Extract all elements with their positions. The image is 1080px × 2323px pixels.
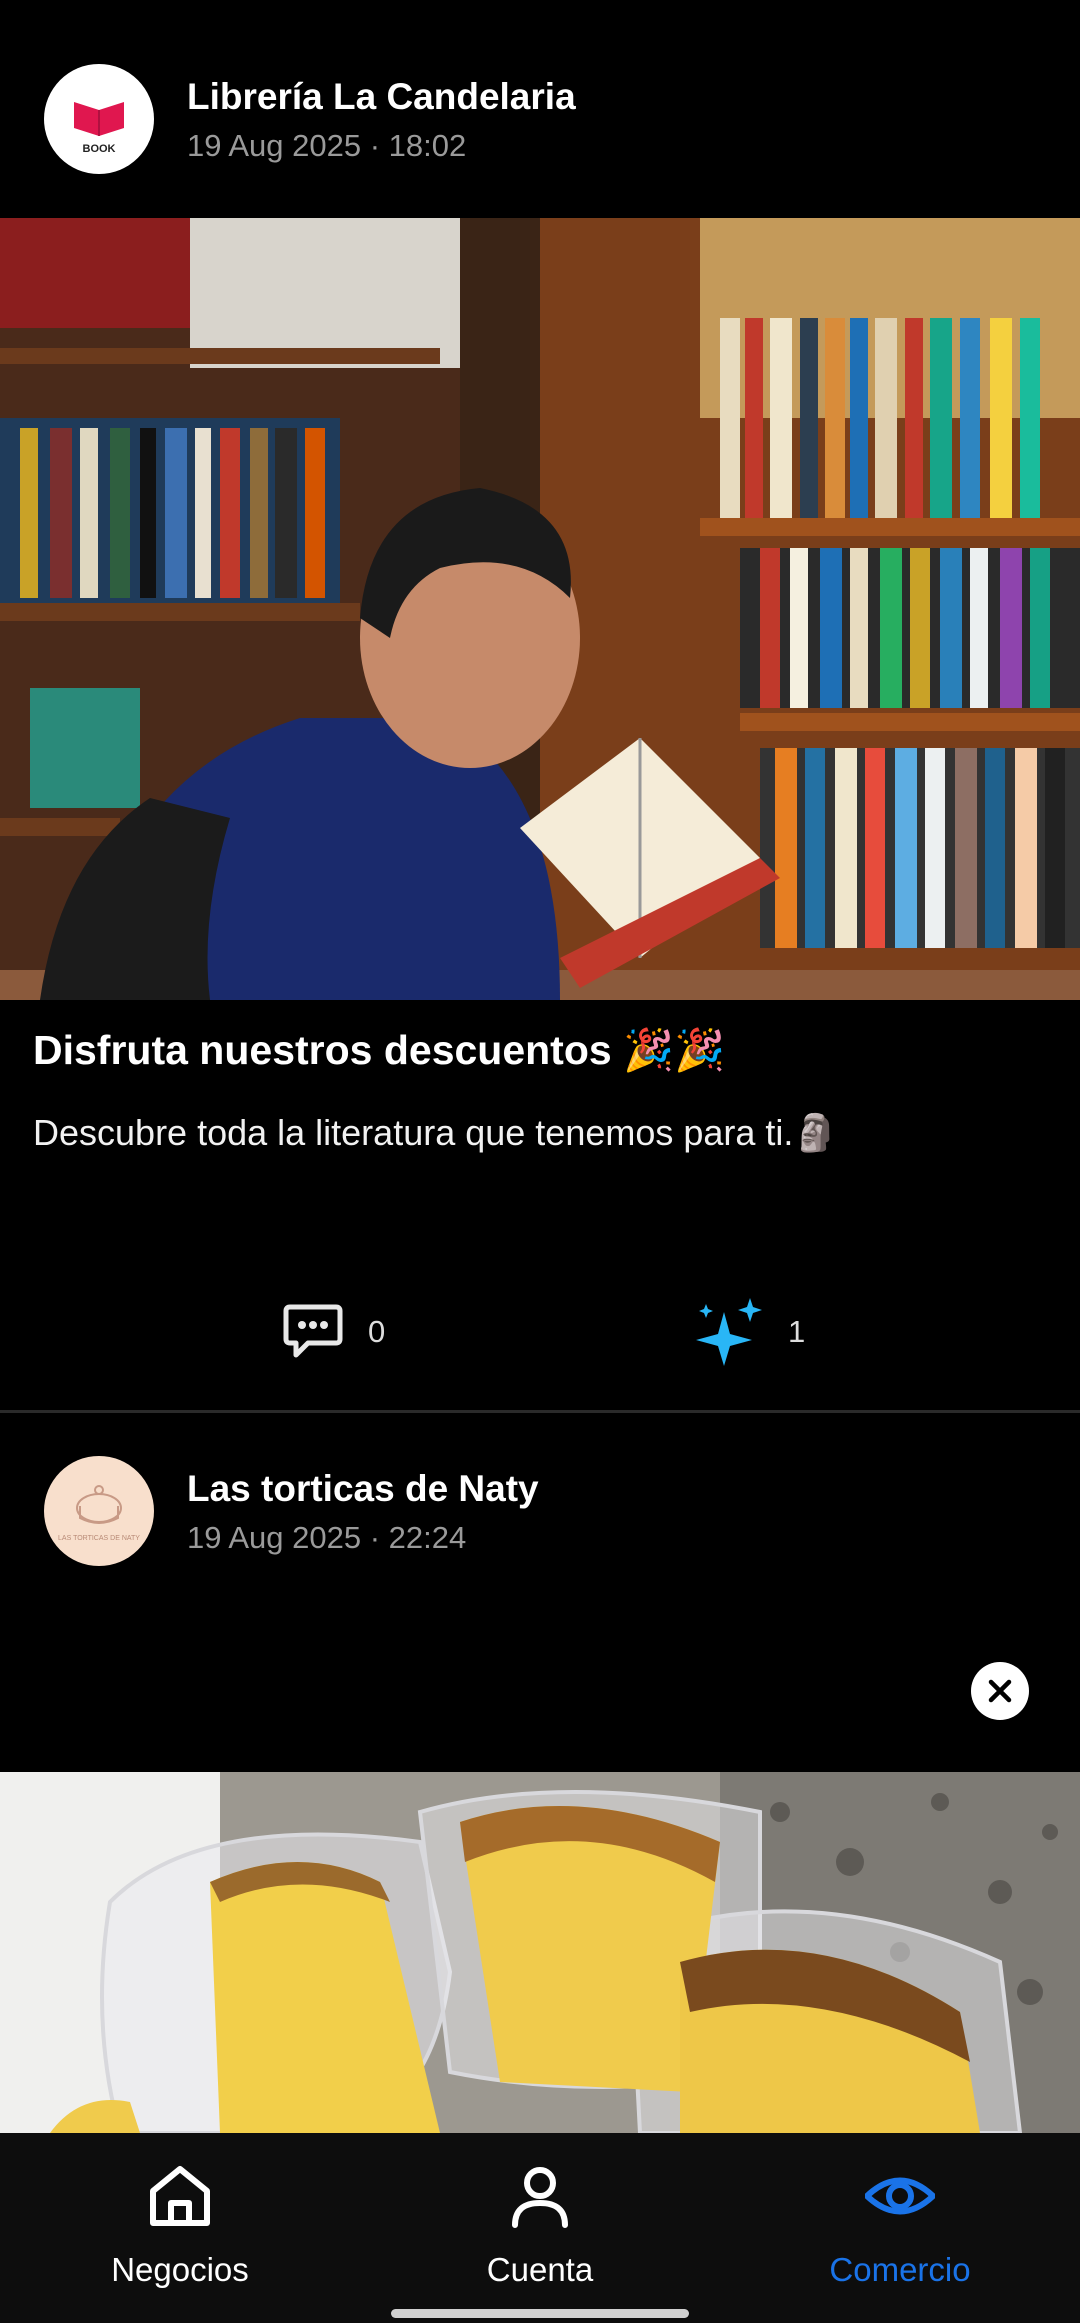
bottom-navigation: Negocios Cuenta Comercio	[0, 2133, 1080, 2323]
comments-button[interactable]: 0	[282, 1300, 385, 1364]
sparkle-icon	[696, 1298, 762, 1366]
author-name[interactable]: Librería La Candelaria	[187, 76, 576, 118]
cake-photo	[0, 1772, 1080, 2133]
post-header: LAS TORTICAS DE NATY Las torticas de Nat…	[0, 1432, 1080, 1592]
svg-text:BOOK: BOOK	[83, 143, 116, 155]
post-image[interactable]	[0, 218, 1080, 1000]
nav-item-comercio[interactable]: Comercio	[750, 2153, 1050, 2293]
person-icon	[512, 2167, 568, 2228]
cake-logo-icon: LAS TORTICAS DE NATY	[58, 1485, 140, 1542]
eye-icon	[865, 2177, 935, 2215]
likes-button[interactable]: 1	[694, 1298, 806, 1366]
post-title: Disfruta nuestros descuentos 🎉🎉	[33, 1027, 726, 1073]
home-indicator[interactable]	[391, 2309, 689, 2318]
nav-label: Negocios	[111, 2251, 249, 2288]
post-header: BOOK Librería La Candelaria 19 Aug 2025 …	[0, 40, 1080, 200]
post-description: Descubre toda la literatura que tenemos …	[33, 1112, 839, 1153]
business-avatar[interactable]: LAS TORTICAS DE NATY	[44, 1456, 154, 1566]
svg-text:LAS TORTICAS DE NATY: LAS TORTICAS DE NATY	[58, 1535, 140, 1542]
author-name[interactable]: Las torticas de Naty	[187, 1468, 539, 1510]
post-image[interactable]	[0, 1772, 1080, 2133]
likes-count: 1	[788, 1314, 806, 1349]
home-icon	[150, 2166, 210, 2226]
close-button[interactable]	[971, 1662, 1029, 1720]
post-divider	[0, 1410, 1080, 1413]
nav-item-cuenta[interactable]: Cuenta	[390, 2153, 690, 2293]
nav-label: Comercio	[829, 2251, 971, 2288]
comments-count: 0	[368, 1314, 386, 1349]
business-avatar[interactable]: BOOK	[44, 64, 154, 174]
nav-label: Cuenta	[486, 2251, 594, 2288]
comment-icon	[283, 1304, 343, 1358]
book-logo-icon: BOOK	[74, 102, 124, 155]
post-date: 19 Aug 2025 · 22:24	[187, 1520, 467, 1555]
bookstore-photo	[0, 218, 1080, 1000]
close-icon	[988, 1679, 1012, 1703]
nav-item-negocios[interactable]: Negocios	[30, 2153, 330, 2293]
post-date: 19 Aug 2025 · 18:02	[187, 128, 467, 163]
